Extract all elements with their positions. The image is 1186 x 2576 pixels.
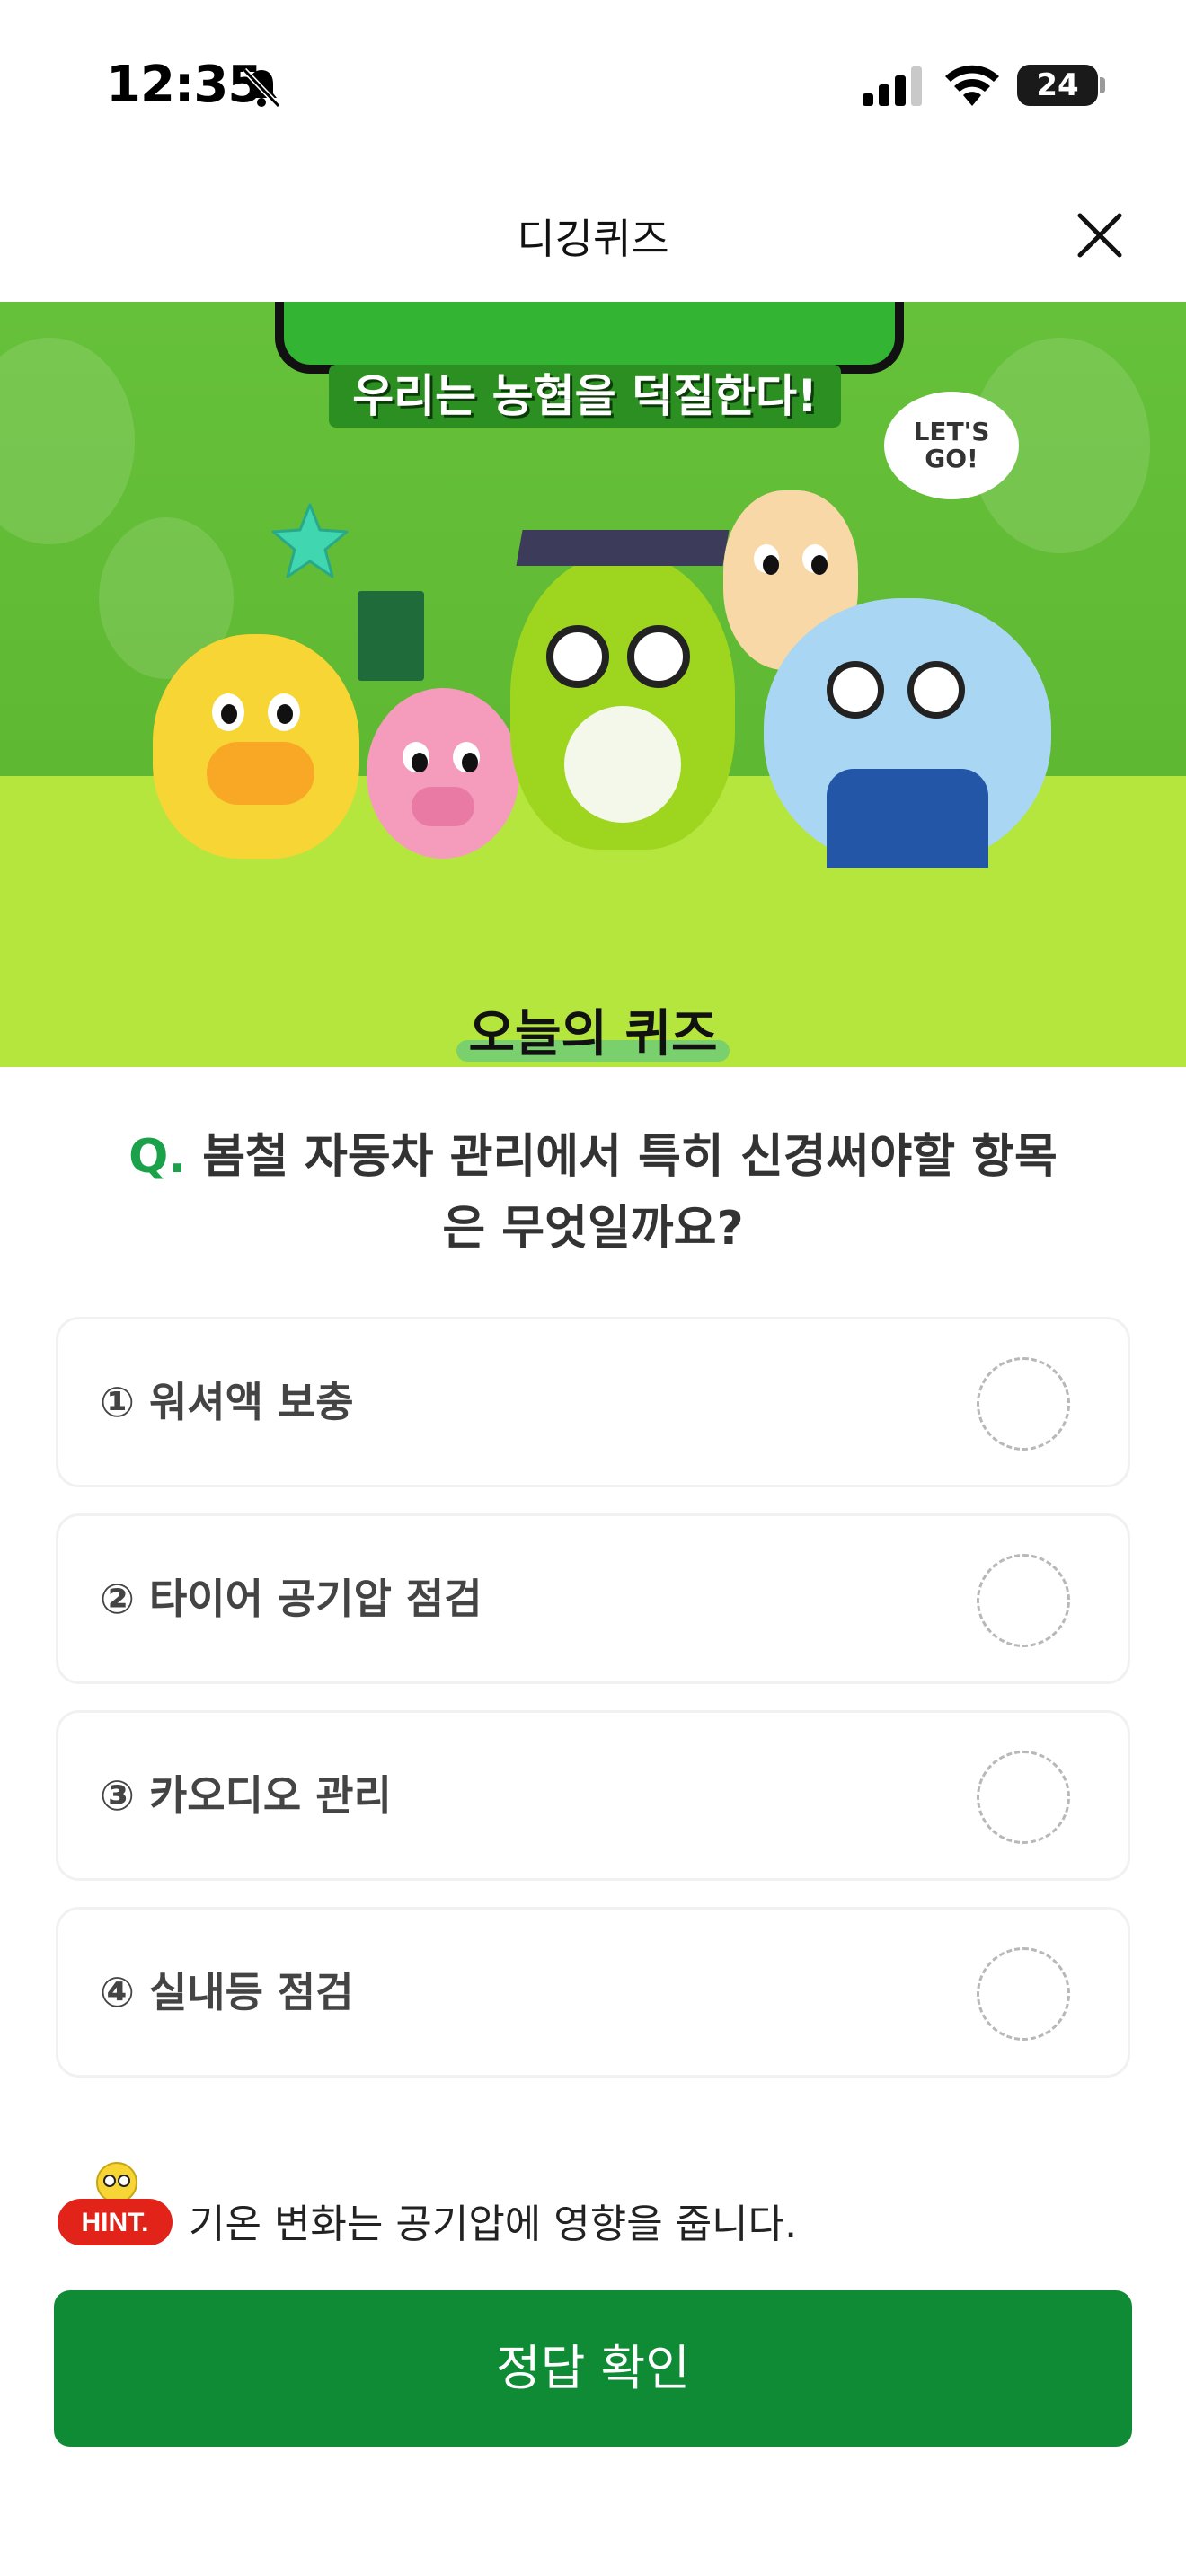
answer-option-4[interactable]: ④ 실내등 점검 xyxy=(56,1907,1130,2078)
book-illustration xyxy=(358,591,424,681)
battery-cap xyxy=(1100,77,1105,93)
elephant-character-illustration xyxy=(764,598,1051,868)
radio-circle-icon[interactable] xyxy=(977,1751,1070,1844)
hint-badge-text: HINT. xyxy=(82,2208,149,2237)
balloon-decoration xyxy=(0,338,135,544)
check-answer-button[interactable]: 정답 확인 xyxy=(54,2290,1132,2447)
speech-bubble: LET'S GO! xyxy=(884,392,1019,499)
radio-circle-icon[interactable] xyxy=(977,1357,1070,1451)
page-title: 디깅퀴즈 xyxy=(517,215,669,263)
answer-option-1[interactable]: ① 워셔액 보충 xyxy=(56,1317,1130,1487)
yellow-character-illustration xyxy=(153,634,359,859)
hint-text: 기온 변화는 공기압에 영향을 줍니다. xyxy=(189,2201,798,2247)
option-label: ③ 카오디오 관리 xyxy=(100,1771,392,1820)
star-icon xyxy=(271,503,349,578)
green-character-illustration xyxy=(510,530,735,850)
answer-option-2[interactable]: ② 타이어 공기압 점검 xyxy=(56,1513,1130,1684)
radio-circle-icon[interactable] xyxy=(977,1947,1070,2041)
wifi-icon xyxy=(945,65,999,106)
banner-tagline: 우리는 농협을 덕질한다! xyxy=(329,365,841,428)
answer-option-3[interactable]: ③ 카오디오 관리 xyxy=(56,1710,1130,1881)
quiz-card-title: 오늘의 퀴즈 xyxy=(468,1005,718,1063)
promo-banner: 우리는 농협을 덕질한다! LET'S GO! xyxy=(0,302,1186,1067)
cellular-signal-icon xyxy=(863,66,922,106)
option-label: ② 타이어 공기압 점검 xyxy=(100,1575,482,1623)
question-prefix: Q. xyxy=(128,1130,187,1184)
option-label: ④ 실내등 점검 xyxy=(100,1968,354,2016)
close-icon[interactable] xyxy=(1067,203,1132,268)
radio-circle-icon[interactable] xyxy=(977,1554,1070,1647)
quiz-question: Q. 봄철 자동차 관리에서 특히 신경써야할 항목은 무엇일까요? xyxy=(108,1121,1078,1265)
app-header: 디깅퀴즈 xyxy=(0,171,1186,302)
status-bar: 12:35 24 xyxy=(0,0,1186,171)
option-label: ① 워셔액 보충 xyxy=(100,1378,354,1426)
bell-off-icon xyxy=(242,67,281,109)
battery-level: 24 xyxy=(1036,67,1079,103)
hint-icon: HINT. xyxy=(58,2162,173,2245)
pink-pig-character-illustration xyxy=(367,688,519,859)
question-text: 봄철 자동차 관리에서 특히 신경써야할 항목은 무엇일까요? xyxy=(202,1130,1058,1256)
quiz-logo xyxy=(275,302,904,374)
